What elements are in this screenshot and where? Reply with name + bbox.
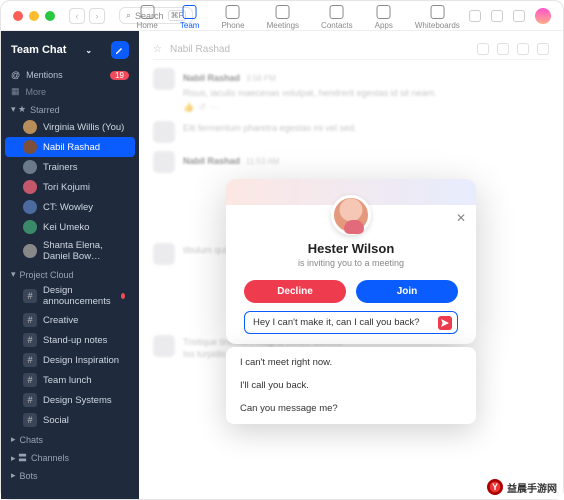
sidebar-item-channel[interactable]: #Design announcements — [5, 282, 135, 310]
sidebar-item-dm[interactable]: Virginia Willis (You) — [5, 117, 135, 137]
bell-icon[interactable] — [513, 10, 525, 22]
section-bots[interactable]: ▸ Bots — [1, 466, 139, 483]
decline-button[interactable]: Decline — [244, 280, 346, 303]
board-icon — [430, 5, 444, 19]
quick-reply-suggestions: I can't meet right now. I'll call you ba… — [226, 347, 476, 424]
watermark-logo — [487, 479, 503, 495]
caller-avatar — [331, 195, 371, 235]
hash-icon: # — [23, 353, 37, 367]
sidebar-item-channel[interactable]: #Team lunch — [5, 370, 135, 390]
back-button[interactable]: ‹ — [69, 8, 85, 24]
message: Nabil Rashad3:58 PM Risus, iaculis maece… — [153, 68, 549, 113]
more-icon[interactable] — [517, 43, 529, 55]
suggestion-item[interactable]: I'll call you back. — [226, 374, 476, 397]
forward-button[interactable]: › — [89, 8, 105, 24]
sidebar: Team Chat ⌄ @ Mentions 19 ▦ More ▾ ★ Sta… — [1, 31, 139, 499]
star-icon[interactable]: ☆ — [153, 44, 162, 55]
message: Eiti fermentum pharetra egestas mi vel s… — [153, 121, 549, 143]
sidebar-item-dm[interactable]: Shanta Elena, Daniel Bow… — [5, 237, 135, 265]
watermark: 益晨手游网 — [487, 479, 557, 495]
close-dot[interactable] — [13, 11, 23, 21]
sidebar-item-channel[interactable]: #Design Systems — [5, 390, 135, 410]
compose-button[interactable] — [111, 41, 129, 59]
message: Nabil Rashad11:53 AM — [153, 151, 549, 173]
hash-icon: # — [23, 333, 37, 347]
caller-name: Hester Wilson — [308, 241, 395, 256]
max-dot[interactable] — [45, 11, 55, 21]
section-channels[interactable]: ▸ 〓 Channels — [1, 447, 139, 466]
invite-subtext: is inviting you to a meeting — [298, 258, 404, 268]
chat-icon — [183, 5, 197, 19]
thread-title: Nabil Rashad — [170, 44, 230, 55]
titlebar: ‹ › ⌕ Search ⌘F Home Team Chat Phone Mee… — [1, 1, 563, 31]
meeting-invite-modal: ✕ Hester Wilson is inviting you to a mee… — [226, 179, 476, 344]
send-icon — [441, 319, 449, 327]
at-icon: @ — [11, 70, 20, 80]
sidebar-item-dm[interactable]: Trainers — [5, 157, 135, 177]
sidebar-item-channel[interactable]: #Social — [5, 410, 135, 430]
sidebar-item-dm[interactable]: Tori Kojumi — [5, 177, 135, 197]
close-button[interactable]: ✕ — [456, 211, 466, 225]
hash-icon: # — [23, 313, 37, 327]
section-starred[interactable]: ▾ ★ Starred — [1, 100, 139, 117]
sidebar-item-dm[interactable]: Kei Umeko — [5, 217, 135, 237]
section-chats[interactable]: ▸ Chats — [1, 430, 139, 447]
min-dot[interactable] — [29, 11, 39, 21]
apps-icon — [377, 5, 391, 19]
sidebar-title: Team Chat — [11, 44, 66, 56]
search-icon: ⌕ — [126, 10, 131, 21]
profile-avatar[interactable] — [535, 8, 551, 24]
hash-icon: # — [23, 373, 37, 387]
sidebar-item-dm[interactable]: Nabil Rashad — [5, 137, 135, 157]
clock-icon[interactable] — [469, 10, 481, 22]
sidebar-more[interactable]: ▦ More — [1, 83, 139, 100]
section-project[interactable]: ▾ Project Cloud — [1, 265, 139, 282]
hash-icon: # — [23, 393, 37, 407]
status-tray — [469, 8, 551, 24]
sidebar-mentions[interactable]: @ Mentions 19 — [1, 67, 139, 83]
traffic-lights — [13, 11, 55, 21]
mentions-badge: 19 — [110, 71, 129, 80]
phone-icon — [226, 5, 240, 19]
info-icon[interactable] — [537, 43, 549, 55]
video-call-icon[interactable] — [477, 43, 489, 55]
quick-reply-input[interactable]: Hey I can't make it, can I call you back… — [244, 311, 458, 334]
hash-icon: # — [23, 289, 37, 303]
screen-share-icon[interactable] — [497, 43, 509, 55]
sidebar-item-channel[interactable]: #Design Inspiration — [5, 350, 135, 370]
sidebar-item-dm[interactable]: CT: Wowley — [5, 197, 135, 217]
video-icon — [276, 5, 290, 19]
watermark-text: 益晨手游网 — [507, 480, 557, 495]
suggestion-item[interactable]: I can't meet right now. — [226, 351, 476, 374]
chevron-down-icon[interactable]: ⌄ — [85, 46, 92, 55]
reactions[interactable]: 👍↺⋯ — [183, 102, 437, 113]
sidebar-header: Team Chat ⌄ — [1, 37, 139, 67]
grid-icon: ▦ — [11, 86, 20, 97]
unread-dot — [121, 293, 125, 299]
join-button[interactable]: Join — [356, 280, 458, 303]
home-icon — [140, 5, 154, 19]
avatar — [153, 68, 175, 90]
sidebar-item-channel[interactable]: #Creative — [5, 310, 135, 330]
sidebar-item-label: More — [26, 87, 47, 97]
sidebar-item-label: Mentions — [26, 70, 63, 80]
compose-icon — [115, 45, 125, 55]
thread-header: ☆ Nabil Rashad — [153, 39, 549, 60]
sidebar-item-channel[interactable]: #Stand-up notes — [5, 330, 135, 350]
cloud-icon[interactable] — [491, 10, 503, 22]
conversation-pane: ☆ Nabil Rashad Nabil Rashad3:58 PM Risus… — [139, 31, 563, 499]
contacts-icon — [330, 5, 344, 19]
suggestion-item[interactable]: Can you message me? — [226, 397, 476, 420]
send-button[interactable] — [438, 316, 452, 330]
hash-icon: # — [23, 413, 37, 427]
history-nav: ‹ › — [69, 8, 105, 24]
